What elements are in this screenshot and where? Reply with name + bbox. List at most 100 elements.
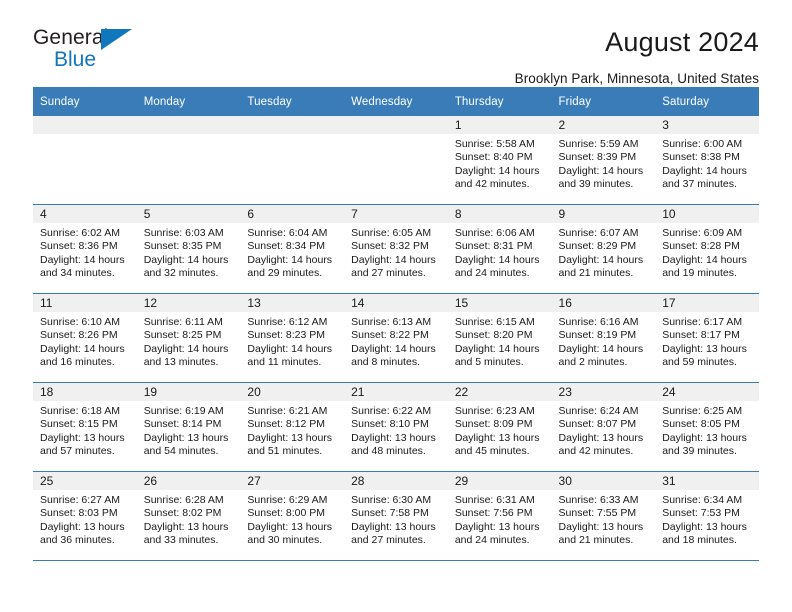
- day-sun-info: Sunrise: 6:00 AM Sunset: 8:38 PM Daylight:…: [655, 134, 759, 192]
- day-sun-info: Sunrise: 6:06 AM Sunset: 8:31 PM Daylight:…: [448, 223, 552, 281]
- daylight-text-line1: Daylight: 14 hours: [247, 342, 333, 355]
- day-number: 29: [447, 472, 552, 490]
- daylight-text-line1: Daylight: 14 hours: [40, 342, 125, 355]
- day-number: 21: [344, 383, 448, 401]
- daylight-text-line1: Daylight: 14 hours: [558, 253, 644, 266]
- daylight-text-line2: and 42 minutes.: [558, 445, 634, 458]
- sunset-text: Sunset: 8:22 PM: [351, 329, 429, 342]
- calendar-day-cell[interactable]: 20 Sunrise: 6:21 AM Sunset: 8:12 PM Dayligh…: [240, 383, 345, 471]
- calendar-day-cell[interactable]: 4 Sunrise: 6:02 AM Sunset: 8:36 PM Daylight…: [33, 205, 137, 293]
- calendar-day-cell[interactable]: 24 Sunrise: 6:25 AM Sunset: 8:05 PM Dayligh…: [655, 383, 759, 471]
- daylight-text-line2: and 57 minutes.: [40, 445, 115, 458]
- calendar-day-cell[interactable]: 12 Sunrise: 6:11 AM Sunset: 8:25 PM Dayligh…: [136, 294, 241, 382]
- calendar-day-cell[interactable]: 22 Sunrise: 6:23 AM Sunset: 8:09 PM Dayligh…: [447, 383, 552, 471]
- sunset-text: Sunset: 8:03 PM: [40, 507, 118, 520]
- day-sun-info: Sunrise: 6:27 AM Sunset: 8:03 PM Daylight:…: [33, 490, 137, 548]
- daylight-text-line2: and 45 minutes.: [454, 445, 530, 458]
- calendar-body: 1 Sunrise: 5:58 AM Sunset: 8:40 PM Daylight…: [33, 116, 759, 561]
- sunrise-text: Sunrise: 6:22 AM: [351, 405, 432, 417]
- calendar-day-cell-empty: [344, 116, 448, 204]
- sunset-text: Sunset: 8:32 PM: [351, 240, 429, 253]
- weekday-header-tuesday: Tuesday: [240, 87, 345, 116]
- daylight-text-line1: Daylight: 13 hours: [143, 431, 229, 444]
- calendar-table: Sunday Monday Tuesday Wednesday Thursday Frid…: [33, 87, 759, 561]
- sunrise-text: Sunrise: 6:02 AM: [40, 227, 120, 239]
- calendar-day-cell[interactable]: 6 Sunrise: 6:04 AM Sunset: 8:34 PM Daylight…: [240, 205, 345, 293]
- sunset-text: Sunset: 8:28 PM: [662, 240, 740, 253]
- daylight-text-line1: Daylight: 13 hours: [662, 342, 747, 355]
- sunrise-text: Sunrise: 6:25 AM: [662, 405, 743, 417]
- calendar-day-cell[interactable]: 21 Sunrise: 6:22 AM Sunset: 8:10 PM Dayligh…: [344, 383, 448, 471]
- calendar-week-row: 1 Sunrise: 5:58 AM Sunset: 8:40 PM Daylight…: [33, 116, 759, 205]
- calendar-day-cell[interactable]: 19 Sunrise: 6:19 AM Sunset: 8:14 PM Dayligh…: [136, 383, 241, 471]
- calendar-day-cell[interactable]: 11 Sunrise: 6:10 AM Sunset: 8:26 PM Dayligh…: [33, 294, 137, 382]
- day-sun-info: Sunrise: 5:59 AM Sunset: 8:39 PM Daylight:…: [552, 134, 656, 192]
- calendar-day-cell[interactable]: 23 Sunrise: 6:24 AM Sunset: 8:07 PM Dayligh…: [551, 383, 656, 471]
- weekday-header-monday: Monday: [136, 87, 241, 116]
- page-title: August 2024: [605, 27, 759, 57]
- daylight-text-line1: Daylight: 13 hours: [454, 520, 540, 533]
- calendar-day-cell[interactable]: 18 Sunrise: 6:18 AM Sunset: 8:15 PM Dayligh…: [33, 383, 137, 471]
- sunrise-text: Sunrise: 6:30 AM: [351, 494, 432, 506]
- brand-logo[interactable]: General Blue: [33, 26, 163, 74]
- day-sun-info: Sunrise: 6:19 AM Sunset: 8:14 PM Daylight:…: [137, 401, 241, 459]
- day-sun-info: Sunrise: 6:09 AM Sunset: 8:28 PM Daylight:…: [655, 223, 759, 281]
- calendar-day-cell[interactable]: 15 Sunrise: 6:15 AM Sunset: 8:20 PM Dayligh…: [447, 294, 552, 382]
- calendar-day-cell[interactable]: 2 Sunrise: 5:59 AM Sunset: 8:39 PM Daylight…: [551, 116, 656, 204]
- sunrise-text: Sunrise: 6:13 AM: [351, 316, 432, 328]
- day-number: 8: [447, 205, 552, 223]
- weekday-header-thursday: Thursday: [447, 87, 552, 116]
- sunset-text: Sunset: 7:56 PM: [454, 507, 533, 520]
- day-number: 1: [447, 116, 552, 134]
- calendar-day-cell[interactable]: 7 Sunrise: 6:05 AM Sunset: 8:32 PM Daylight…: [344, 205, 448, 293]
- sunrise-text: Sunrise: 6:21 AM: [247, 405, 328, 417]
- calendar-day-cell[interactable]: 28 Sunrise: 6:30 AM Sunset: 7:58 PM Dayligh…: [344, 472, 448, 560]
- calendar-day-cell[interactable]: 16 Sunrise: 6:16 AM Sunset: 8:19 PM Dayligh…: [551, 294, 656, 382]
- calendar-day-cell[interactable]: 13 Sunrise: 6:12 AM Sunset: 8:23 PM Dayligh…: [240, 294, 345, 382]
- sunrise-text: Sunrise: 6:23 AM: [454, 405, 535, 417]
- sunrise-text: Sunrise: 6:24 AM: [558, 405, 639, 417]
- day-sun-info: Sunrise: 6:10 AM Sunset: 8:26 PM Daylight:…: [33, 312, 137, 370]
- sunset-text: Sunset: 8:15 PM: [40, 418, 118, 431]
- day-sun-info: Sunrise: 6:22 AM Sunset: 8:10 PM Daylight:…: [344, 401, 448, 459]
- calendar-day-cell[interactable]: 25 Sunrise: 6:27 AM Sunset: 8:03 PM Dayligh…: [33, 472, 137, 560]
- sunrise-text: Sunrise: 6:19 AM: [143, 405, 224, 417]
- daylight-text-line1: Daylight: 14 hours: [662, 253, 747, 266]
- sunset-text: Sunset: 8:09 PM: [454, 418, 533, 431]
- calendar-day-cell[interactable]: 27 Sunrise: 6:29 AM Sunset: 8:00 PM Dayligh…: [240, 472, 345, 560]
- calendar-day-cell[interactable]: 30 Sunrise: 6:33 AM Sunset: 7:55 PM Dayligh…: [551, 472, 656, 560]
- sunrise-text: Sunrise: 5:59 AM: [558, 138, 639, 150]
- day-number: 19: [136, 383, 241, 401]
- calendar-day-cell[interactable]: 29 Sunrise: 6:31 AM Sunset: 7:56 PM Dayligh…: [447, 472, 552, 560]
- calendar-day-cell[interactable]: 8 Sunrise: 6:06 AM Sunset: 8:31 PM Daylight…: [447, 205, 552, 293]
- sunrise-text: Sunrise: 6:27 AM: [40, 494, 120, 506]
- calendar-day-cell[interactable]: 17 Sunrise: 6:17 AM Sunset: 8:17 PM Dayligh…: [655, 294, 759, 382]
- calendar-day-cell[interactable]: 31 Sunrise: 6:34 AM Sunset: 7:53 PM Dayligh…: [655, 472, 759, 560]
- daylight-text-line1: Daylight: 14 hours: [247, 253, 333, 266]
- sunset-text: Sunset: 8:07 PM: [558, 418, 637, 431]
- calendar-day-cell[interactable]: 26 Sunrise: 6:28 AM Sunset: 8:02 PM Dayligh…: [136, 472, 241, 560]
- daylight-text-line2: and 16 minutes.: [40, 356, 115, 369]
- day-sun-info: Sunrise: 6:18 AM Sunset: 8:15 PM Daylight:…: [33, 401, 137, 459]
- day-sun-info: Sunrise: 6:13 AM Sunset: 8:22 PM Daylight:…: [344, 312, 448, 370]
- calendar-day-cell[interactable]: 1 Sunrise: 5:58 AM Sunset: 8:40 PM Daylight…: [447, 116, 552, 204]
- sunrise-text: Sunrise: 6:00 AM: [662, 138, 743, 150]
- page-header: General Blue August 2024 Brooklyn Park, …: [33, 0, 759, 86]
- sunrise-text: Sunrise: 6:34 AM: [662, 494, 743, 506]
- calendar-day-cell[interactable]: 10 Sunrise: 6:09 AM Sunset: 8:28 PM Dayligh…: [655, 205, 759, 293]
- day-number: 12: [136, 294, 241, 312]
- calendar-day-cell[interactable]: 5 Sunrise: 6:03 AM Sunset: 8:35 PM Daylight…: [136, 205, 241, 293]
- day-sun-info: Sunrise: 6:17 AM Sunset: 8:17 PM Daylight:…: [655, 312, 759, 370]
- calendar-day-cell[interactable]: 14 Sunrise: 6:13 AM Sunset: 8:22 PM Dayligh…: [344, 294, 448, 382]
- sunset-text: Sunset: 8:19 PM: [558, 329, 637, 342]
- daylight-text-line1: Daylight: 13 hours: [351, 520, 436, 533]
- calendar-day-cell[interactable]: 9 Sunrise: 6:07 AM Sunset: 8:29 PM Daylight…: [551, 205, 656, 293]
- sunset-text: Sunset: 8:31 PM: [454, 240, 533, 253]
- sunrise-text: Sunrise: 6:06 AM: [454, 227, 535, 239]
- day-number: 17: [655, 294, 759, 312]
- day-number: 14: [344, 294, 448, 312]
- daylight-text-line2: and 21 minutes.: [558, 267, 634, 280]
- sunset-text: Sunset: 8:23 PM: [247, 329, 326, 342]
- calendar-day-cell[interactable]: 3 Sunrise: 6:00 AM Sunset: 8:38 PM Daylight…: [655, 116, 759, 204]
- sunrise-text: Sunrise: 6:17 AM: [662, 316, 743, 328]
